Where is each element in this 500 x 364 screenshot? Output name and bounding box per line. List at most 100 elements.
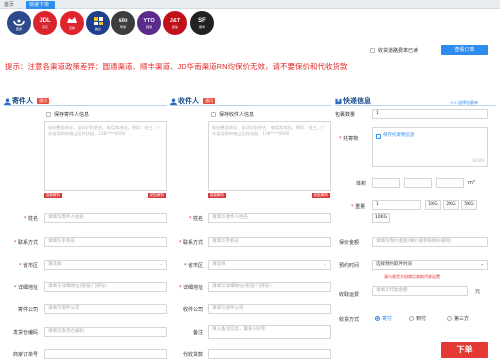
sender-divider: [4, 105, 167, 106]
package-count-label: 包裹数量: [335, 112, 356, 118]
receiver-parse-button[interactable]: 智能解析: [208, 193, 226, 198]
sender-orderno-input[interactable]: [44, 349, 167, 359]
cod-unit: 元: [475, 289, 481, 295]
pickup-time-label: 预约时间: [339, 263, 360, 269]
pay-receiver-radio[interactable]: [409, 316, 414, 321]
item-label: * 托寄物: [339, 136, 359, 142]
sender-name-label: * 姓名: [23, 216, 38, 222]
carrier-logo-5[interactable]: YTO 圆通: [137, 11, 161, 35]
tab-express-order[interactable]: 快递下单×: [26, 1, 55, 16]
carrier-logo-0[interactable]: 圆通: [7, 11, 31, 35]
carrier-logo-7[interactable]: SF 顺丰: [190, 11, 214, 35]
express-divider: [335, 105, 496, 106]
chevron-down-icon: ⌄: [159, 262, 163, 267]
weight-label: * 重量: [351, 204, 366, 210]
sender-company-label: 寄件公司: [17, 307, 38, 313]
sender-phone-label: * 联系方式: [13, 240, 38, 246]
receiver-company-label: 收件公司: [182, 307, 203, 313]
sender-parse-button[interactable]: 智能解析: [44, 193, 62, 198]
receiver-tag[interactable]: 通讯: [203, 98, 215, 104]
receiver-phone-input[interactable]: 请填写手机号: [208, 237, 331, 247]
pay-method-label: 收货方式: [339, 317, 360, 323]
receiver-paste-parse-button[interactable]: 粘贴解析: [312, 193, 330, 198]
weight-2kg-button[interactable]: 2KG: [443, 200, 459, 210]
box-icon: [335, 98, 342, 104]
tab-bar: 首页 快递下单×: [0, 0, 500, 16]
yunda-logo-icon: [93, 16, 103, 25]
carrier-logo-1[interactable]: JDL 京东: [33, 11, 57, 35]
chevron-down-icon: ⌄: [480, 262, 484, 267]
sender-region-select[interactable]: 请选择 ⌄: [44, 260, 167, 270]
receiver-region-select[interactable]: 请选择 ⌄: [208, 260, 331, 270]
sender-warehouse-label: 发货仓编码: [12, 330, 38, 336]
receiver-divider: [170, 105, 331, 106]
pay-thirdparty-label: 第三方: [454, 316, 470, 322]
receiver-remark-input[interactable]: 填入备注信息，最多100字: [208, 325, 331, 339]
sender-name-input[interactable]: 请填写寄件人姓名: [44, 213, 167, 223]
weight-5kg-button[interactable]: 5KG: [461, 200, 477, 210]
sender-address-input[interactable]: 请填写详细地址(街道/门牌号): [44, 282, 167, 292]
insure-input[interactable]: 请填写保价金额(保价请参照保价规则): [372, 237, 488, 247]
receiver-company-input[interactable]: 请填写收件公司: [208, 304, 331, 314]
sender-address-label: * 详细地址: [13, 285, 38, 291]
sender-warehouse-input[interactable]: 请填写发货仓编码: [44, 327, 167, 337]
pickup-time-select[interactable]: 选择预约取件时间 ⌄: [372, 260, 488, 270]
receiver-name-input[interactable]: 请填写收件人姓名: [208, 213, 331, 223]
volume-width-input[interactable]: [404, 178, 432, 188]
chevron-down-icon: ⌄: [323, 262, 327, 267]
cod-fee-label: 收取运费: [339, 292, 360, 298]
insure-label: 保价金额: [339, 240, 360, 246]
receiver-address-input[interactable]: 请填写详细地址(街道/门牌号): [208, 282, 331, 292]
volume-unit: m³: [468, 180, 475, 186]
pay-thirdparty-radio[interactable]: [447, 316, 452, 321]
cod-warning: 请与收货方协商后收取代收运费: [384, 274, 440, 279]
receiver-name-label: * 姓名: [188, 216, 203, 222]
volume-height-input[interactable]: [436, 178, 464, 188]
item-textarea[interactable]: 保存托寄物信息 0/100: [372, 127, 488, 167]
save-sender-checkbox[interactable]: [46, 112, 51, 117]
sender-company-input[interactable]: 请填写寄件公司: [44, 304, 167, 314]
weight-1kg-button[interactable]: 1KG: [425, 200, 441, 210]
sender-orderno-label: 商家订单号: [12, 352, 38, 358]
save-sender-label: 保存寄件人信息: [54, 112, 90, 118]
person-icon: [4, 97, 11, 105]
tab-home[interactable]: 首页: [0, 1, 18, 9]
volume-length-input[interactable]: [372, 178, 400, 188]
dog-logo-icon: [67, 17, 77, 23]
remember-label: 收货道路费率已读: [378, 48, 419, 54]
sender-region-label: * 省市区: [18, 263, 38, 269]
sender-tag[interactable]: 通讯: [37, 98, 49, 104]
sender-phone-input[interactable]: 请填写手机号: [44, 237, 167, 247]
carrier-logo-4[interactable]: sto 申通: [111, 11, 135, 35]
cod-fee-input[interactable]: 请填写代收金额: [372, 286, 468, 296]
save-item-checkbox[interactable]: [376, 134, 381, 139]
person-icon: [170, 97, 177, 105]
save-receiver-checkbox[interactable]: [211, 112, 216, 117]
receiver-cod-input[interactable]: [208, 349, 331, 359]
weight-input[interactable]: 1: [372, 200, 421, 210]
save-receiver-label: 保存收件人信息: [219, 112, 255, 118]
receiver-remark-label: 备注: [192, 330, 203, 336]
yto-swirl-icon: [13, 19, 25, 26]
receiver-cod-label: 代收货款: [182, 352, 203, 358]
sender-paste-parse-button[interactable]: 粘贴解析: [148, 193, 166, 198]
receiver-phone-label: * 联系方式: [178, 240, 203, 246]
receiver-paste-area[interactable]: 粘贴整段地址，自动识别姓名、电话和地址。例如：张三，广东省深圳市南山区科技园，1…: [208, 121, 331, 191]
view-orders-button[interactable]: 查看订单: [441, 45, 488, 55]
pay-sender-label: 寄付: [382, 316, 393, 322]
carrier-logo-6[interactable]: J&T 极兔: [163, 11, 187, 35]
package-count-input[interactable]: 1: [372, 109, 488, 119]
carrier-logo-2[interactable]: 京物: [60, 11, 84, 35]
carrier-logos: 圆通 JDL 京东 京物 韵达 sto 申通 YTO 圆通 J&T 极兔 SF …: [0, 11, 500, 37]
policy-notice: 提示：注意各渠道政策差异：圆通渠道、顺丰渠道、JD华南渠道RN均保价无效，请不要…: [5, 62, 348, 71]
sender-paste-area[interactable]: 粘贴整段地址，自动识别姓名、电话和地址。例如：张三，广东省深圳市南山区科技园，1…: [44, 121, 167, 191]
weight-10kg-button[interactable]: 10KG: [372, 213, 390, 223]
remember-checkbox[interactable]: [370, 48, 375, 53]
submit-order-button[interactable]: 下单: [441, 342, 488, 358]
pay-receiver-label: 到付: [416, 316, 427, 322]
receiver-region-label: * 省市区: [183, 263, 203, 269]
receiver-address-label: * 详细地址: [178, 285, 203, 291]
volume-label: 体积: [356, 181, 367, 187]
carrier-logo-3[interactable]: 韵达: [86, 11, 110, 35]
pay-sender-radio[interactable]: [375, 316, 380, 321]
